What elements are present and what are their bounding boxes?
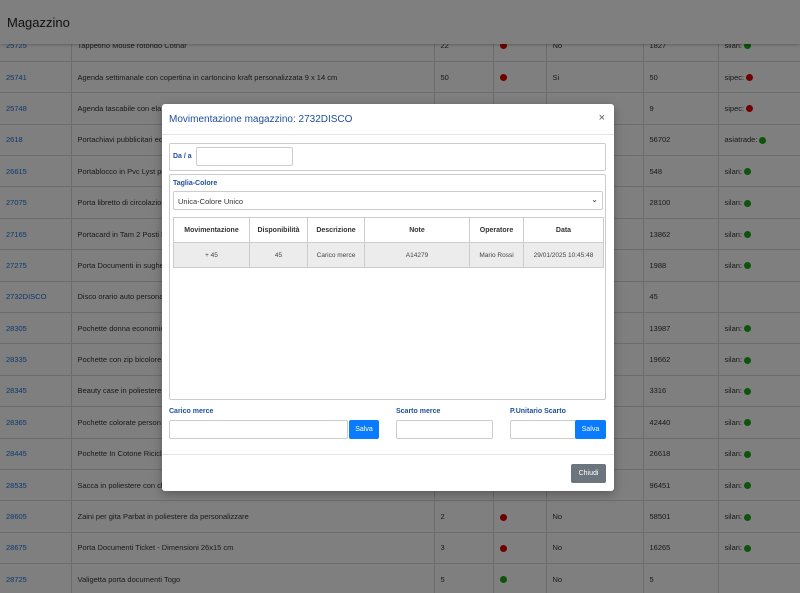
date-range-label: Da / a — [173, 153, 192, 160]
size-color-select[interactable]: Unica-Colore Unico ⌄ — [173, 191, 603, 210]
modal-footer: Chiudi — [162, 454, 614, 491]
close-button[interactable]: Chiudi — [571, 464, 606, 483]
movement-cell: 45 — [249, 242, 308, 268]
close-icon[interactable]: × — [599, 112, 605, 124]
column-header: Descrizione — [307, 217, 365, 243]
carico-save-button[interactable]: Salva — [349, 420, 379, 439]
movements-header-row: Movimentazione Disponibilità Descrizione No… — [173, 217, 604, 243]
punitario-input[interactable] — [510, 420, 576, 439]
column-header: Movimentazione — [173, 217, 250, 243]
movement-cell: Carico merce — [307, 242, 365, 268]
scarto-save-button[interactable]: Salva — [575, 420, 606, 439]
chevron-down-icon: ⌄ — [591, 195, 598, 204]
movements-panel: Taglia-Colore Unica-Colore Unico ⌄ Movim… — [169, 174, 606, 400]
column-header: Operatore — [469, 217, 524, 243]
movement-cell: A14279 — [364, 242, 470, 268]
date-range-input[interactable] — [196, 147, 293, 166]
scarto-label: Scarto merce — [396, 408, 441, 415]
stock-movement-modal: Movimentazione magazzino: 2732DISCO × Da… — [162, 104, 614, 491]
column-header: Note — [364, 217, 470, 243]
column-header: Data — [523, 217, 604, 243]
size-color-label: Taglia-Colore — [173, 180, 218, 187]
carico-label: Carico merce — [169, 408, 214, 415]
date-range-group: Da / a — [169, 143, 606, 171]
movement-cell: 29/01/2025 10:45:48 — [523, 242, 604, 268]
punitario-label: P.Unitario Scarto — [510, 408, 566, 415]
carico-input[interactable] — [169, 420, 348, 439]
movements-table: Movimentazione Disponibilità Descrizione No… — [173, 217, 604, 268]
movement-row: + 45 45 Carico merce A14279 Mario Rossi 29/01… — [173, 242, 604, 268]
movement-cell: Mario Rossi — [469, 242, 524, 268]
modal-title: Movimentazione magazzino: 2732DISCO — [169, 114, 353, 125]
column-header: Disponibilità — [249, 217, 308, 243]
size-color-selected: Unica-Colore Unico — [178, 197, 244, 206]
modal-header: Movimentazione magazzino: 2732DISCO × — [162, 104, 614, 135]
scarto-input[interactable] — [396, 420, 493, 439]
movement-cell: + 45 — [173, 242, 250, 268]
